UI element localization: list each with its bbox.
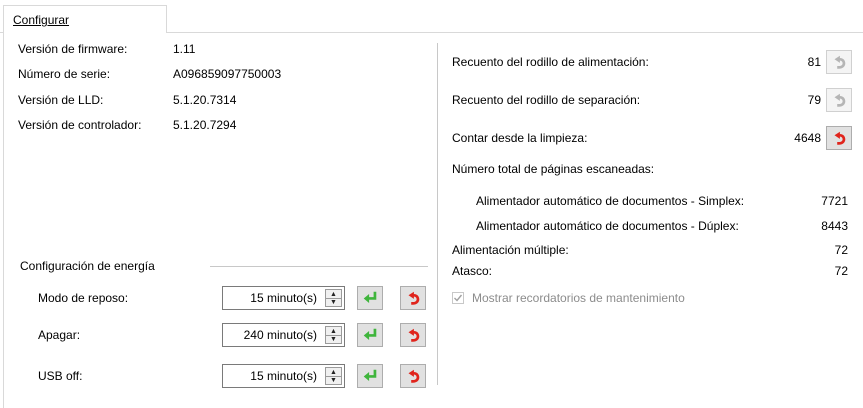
power-off-spinner[interactable]: 240 minuto(s) ▲ ▼ — [222, 323, 345, 347]
sleep-mode-value: 15 minuto(s) — [250, 291, 317, 305]
lld-value: 5.1.20.7314 — [173, 93, 237, 107]
total-pages-label: Número total de páginas escaneadas: — [452, 162, 655, 176]
multifeed-value: 72 — [834, 243, 848, 257]
power-off-stepper[interactable]: ▲ ▼ — [325, 326, 342, 344]
usb-off-stepper[interactable]: ▲ ▼ — [325, 367, 342, 385]
feed-roller-reset-button[interactable] — [826, 50, 852, 74]
sleep-reset-button[interactable] — [400, 286, 426, 310]
since-cleaning-value: 4648 — [794, 131, 821, 145]
lld-label: Versión de LLD: — [18, 93, 104, 107]
driver-label: Versión de controlador: — [18, 118, 142, 132]
duplex-value: 8443 — [821, 219, 848, 233]
power-off-value: 240 minuto(s) — [243, 328, 317, 342]
checkbox-box[interactable] — [452, 292, 464, 304]
duplex-label: Alimentador automático de documentos - D… — [476, 219, 739, 233]
sleep-mode-spinner[interactable]: 15 minuto(s) ▲ ▼ — [222, 286, 345, 310]
undo-icon — [830, 91, 848, 109]
usb-off-label: USB off: — [38, 369, 83, 383]
firmware-label: Versión de firmware: — [18, 42, 128, 56]
driver-value: 5.1.20.7294 — [173, 118, 237, 132]
multifeed-label: Alimentación múltiple: — [452, 243, 569, 257]
serial-label: Número de serie: — [18, 67, 111, 81]
power-off-label: Apagar: — [38, 328, 81, 342]
usb-off-spinner[interactable]: 15 minuto(s) ▲ ▼ — [222, 364, 345, 388]
separation-roller-label: Recuento del rodillo de separación: — [452, 93, 641, 107]
simplex-value: 7721 — [821, 194, 848, 208]
sleep-mode-label: Modo de reposo: — [38, 291, 129, 305]
feed-roller-label: Recuento del rodillo de alimentación: — [452, 55, 649, 69]
simplex-label: Alimentador automático de documentos - S… — [476, 194, 745, 208]
undo-icon — [404, 367, 422, 385]
usb-off-value: 15 minuto(s) — [250, 369, 317, 383]
spin-down-icon[interactable]: ▼ — [326, 376, 341, 384]
maintenance-reminders-label: Mostrar recordatorios de mantenimiento — [472, 291, 685, 305]
undo-icon — [404, 289, 422, 307]
usb-off-apply-button[interactable] — [357, 364, 383, 388]
spin-down-icon[interactable]: ▼ — [326, 335, 341, 343]
power-group-divider — [210, 266, 428, 267]
sleep-mode-stepper[interactable]: ▲ ▼ — [325, 289, 342, 307]
jam-value: 72 — [834, 264, 848, 278]
tab-configurar[interactable]: Configurar — [3, 5, 167, 33]
usb-off-reset-button[interactable] — [400, 364, 426, 388]
undo-icon — [830, 129, 848, 147]
apply-arrow-icon — [361, 367, 379, 385]
undo-icon — [404, 326, 422, 344]
serial-value: A096859097750003 — [173, 67, 282, 81]
feed-roller-value: 81 — [807, 55, 821, 69]
spin-down-icon[interactable]: ▼ — [326, 298, 341, 306]
since-cleaning-reset-button[interactable] — [826, 126, 852, 150]
power-group-title: Configuración de energía — [20, 259, 159, 273]
jam-label: Atasco: — [452, 264, 493, 278]
undo-icon — [830, 53, 848, 71]
apply-arrow-icon — [361, 289, 379, 307]
power-off-apply-button[interactable] — [357, 323, 383, 347]
apply-arrow-icon — [361, 326, 379, 344]
column-separator — [437, 43, 439, 385]
separation-roller-reset-button[interactable] — [826, 88, 852, 112]
sleep-apply-button[interactable] — [357, 286, 383, 310]
since-cleaning-label: Contar desde la limpieza: — [452, 131, 588, 145]
firmware-value: 1.11 — [173, 42, 196, 56]
tab-label: Configurar — [13, 13, 70, 27]
power-off-reset-button[interactable] — [400, 323, 426, 347]
checkmark-icon — [454, 294, 463, 302]
separation-roller-value: 79 — [807, 93, 821, 107]
